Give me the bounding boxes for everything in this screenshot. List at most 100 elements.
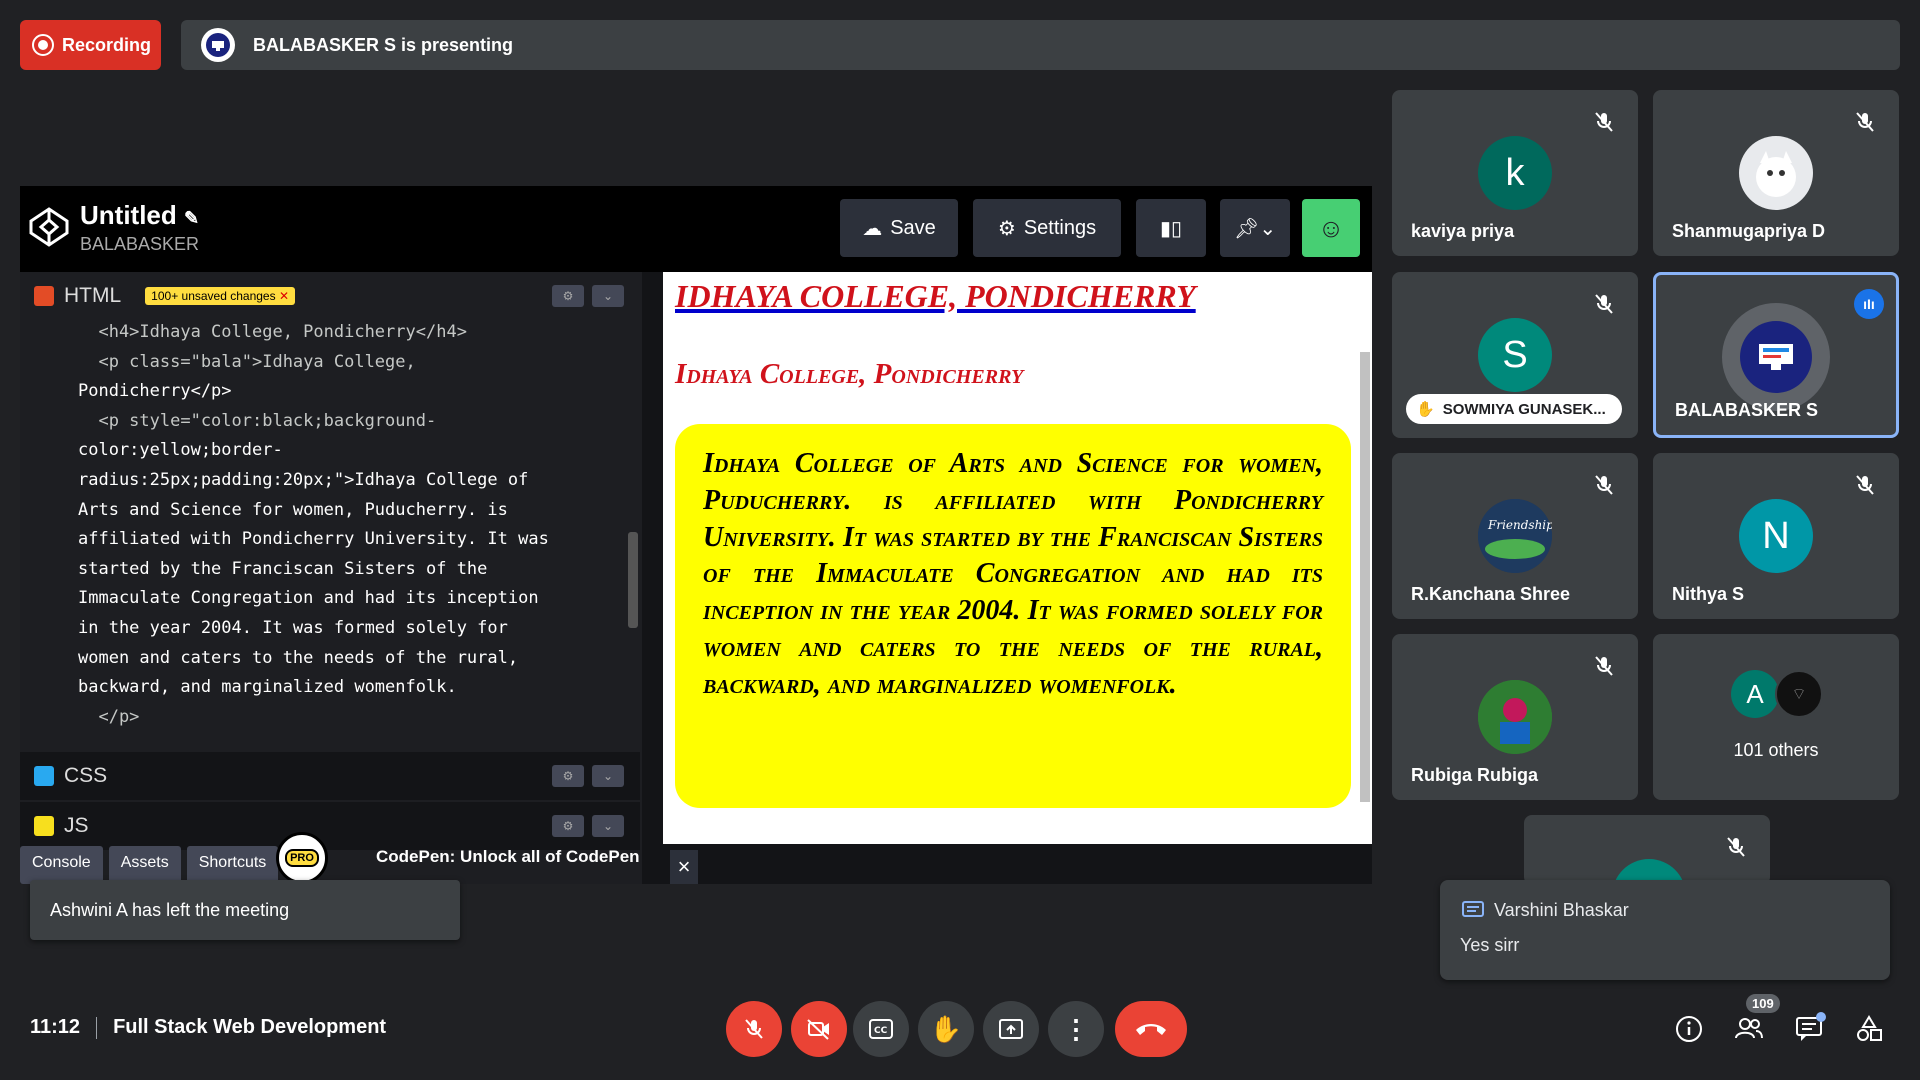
mic-toggle-button[interactable]	[726, 1001, 782, 1057]
html-tab[interactable]: HTML 100+ unsaved changes ✕ ⚙ ⌄	[20, 272, 640, 320]
participant-tile[interactable]	[1524, 815, 1770, 885]
participant-tile[interactable]: Friendship R.Kanchana Shree	[1392, 453, 1638, 619]
captions-icon: CC	[869, 1019, 893, 1039]
participant-tile[interactable]: Rubiga Rubiga	[1392, 634, 1638, 800]
hand-icon: ✋	[929, 1013, 963, 1044]
gear-icon: ⚙	[552, 815, 584, 837]
pro-badge[interactable]: PRO	[276, 832, 328, 884]
code-line[interactable]: radius:25px;padding:20px;">Idhaya Colleg…	[78, 466, 640, 496]
participant-name: kaviya priya	[1411, 221, 1515, 241]
code-line[interactable]: color:yellow;border-	[78, 436, 640, 466]
mic-off-icon	[1595, 475, 1613, 495]
participant-tile[interactable]: S ✋ SOWMIYA GUNASEK...	[1392, 272, 1638, 438]
preview-scrollbar[interactable]	[1360, 352, 1370, 802]
leave-call-button[interactable]	[1115, 1001, 1187, 1057]
participant-tile[interactable]: k kaviya priya	[1392, 90, 1638, 256]
save-button[interactable]: ☁ Save	[840, 199, 958, 257]
others-tile[interactable]: A ⌔ 101 others	[1653, 634, 1899, 800]
activities-icon	[1857, 1015, 1882, 1041]
gear-icon: ⚙	[997, 217, 1016, 240]
codepen-logo-icon	[29, 207, 69, 247]
css-tab[interactable]: CSS ⚙ ⌄	[20, 752, 640, 800]
chevron-down-icon: ⌄	[592, 815, 624, 837]
settings-button[interactable]: ⚙ Settings	[973, 199, 1121, 257]
pin-button[interactable]: 📌︎⌄	[1220, 199, 1290, 257]
promo-text[interactable]: CodePen: Unlock all of CodePen	[376, 847, 640, 867]
mic-off-icon	[1727, 837, 1745, 857]
code-line[interactable]: backward, and marginalized womenfolk.	[78, 673, 640, 703]
mic-off-icon	[1856, 475, 1874, 495]
code-line[interactable]: women and caters to the needs of the rur…	[78, 644, 640, 674]
code-line[interactable]: <h4>Idhaya College, Pondicherry</h4>	[78, 318, 640, 348]
more-options-button[interactable]: ⋮	[1048, 1001, 1104, 1057]
css-icon	[34, 766, 54, 786]
avatar	[1739, 136, 1813, 210]
participant-name: R.Kanchana Shree	[1411, 584, 1571, 604]
preview-yellow-box: Idhaya College of Arts and Science for w…	[675, 424, 1351, 808]
presenter-avatar	[201, 28, 235, 62]
code-line[interactable]: started by the Franciscan Sisters of the	[78, 555, 640, 585]
shared-screen: Untitled ✎ BALABASKER ☁ Save ⚙ Settings ▮▯…	[20, 186, 1372, 884]
end-call-icon	[1136, 1024, 1166, 1035]
assets-tab[interactable]: Assets	[108, 846, 181, 884]
layout-icon: ▮▯	[1159, 217, 1182, 240]
present-now-button[interactable]	[983, 1001, 1039, 1057]
code-line[interactable]: <p class="bala">Idhaya College,	[78, 348, 640, 378]
camera-toggle-button[interactable]	[791, 1001, 847, 1057]
people-button[interactable]	[1734, 1014, 1764, 1044]
participant-name: BALABASKER S	[1675, 400, 1819, 420]
editor-scrollbar[interactable]	[628, 532, 638, 628]
avatar: Friendship	[1478, 499, 1552, 573]
raise-hand-button[interactable]: ✋	[918, 1001, 974, 1057]
avatar	[1722, 303, 1830, 411]
code-line[interactable]: affiliated with Pondicherry University. …	[78, 525, 640, 555]
code-editor: HTML 100+ unsaved changes ✕ ⚙ ⌄ <h4>Idhay…	[20, 272, 642, 884]
chat-message: Yes sirr	[1460, 935, 1520, 955]
preview-paragraph: Idhaya College, Pondicherry	[675, 358, 1024, 390]
captions-button[interactable]: CC	[853, 1001, 909, 1057]
recording-button[interactable]: Recording	[20, 20, 161, 70]
mic-off-icon	[1856, 112, 1874, 132]
chevron-down-icon: ⌄	[592, 765, 624, 787]
participant-name: Rubiga Rubiga	[1411, 765, 1538, 785]
pen-author[interactable]: BALABASKER	[80, 234, 199, 255]
code-line[interactable]: </p>	[78, 703, 640, 733]
participant-name: Shanmugapriya D	[1672, 221, 1826, 241]
friendship-image-icon: Friendship	[1478, 499, 1552, 573]
meeting-info: 11:12 Full Stack Web Development	[30, 1016, 386, 1039]
html-code[interactable]: <h4>Idhaya College, Pondicherry</h4> <p …	[20, 318, 640, 748]
code-line[interactable]: Immaculate Congregation and had its ince…	[78, 584, 640, 614]
participant-name: Nithya S	[1672, 584, 1745, 604]
mic-off-icon	[1595, 294, 1613, 314]
mic-off-icon	[1595, 656, 1613, 676]
code-line[interactable]: in the year 2004. It was formed solely f…	[78, 614, 640, 644]
participant-tile[interactable]: Shanmugapriya D	[1653, 90, 1899, 256]
code-line[interactable]: Arts and Science for women, Puducherry. …	[78, 496, 640, 526]
js-tab[interactable]: JS ⚙ ⌄	[20, 802, 640, 850]
code-line[interactable]: Pondicherry</p>	[78, 377, 640, 407]
speaking-indicator-icon: ıIı	[1854, 289, 1884, 319]
layout-button[interactable]: ▮▯	[1136, 199, 1206, 257]
user-avatar[interactable]: ☺	[1302, 199, 1360, 257]
codepen-header: Untitled ✎ BALABASKER ☁ Save ⚙ Settings ▮▯…	[20, 186, 1372, 272]
pen-title[interactable]: Untitled ✎	[80, 200, 199, 231]
edit-pencil-icon[interactable]: ✎	[184, 208, 199, 228]
html-controls[interactable]: ⚙ ⌄	[552, 285, 624, 307]
participant-tile[interactable]: N Nithya S	[1653, 453, 1899, 619]
meeting-name[interactable]: Full Stack Web Development	[113, 1016, 386, 1039]
console-tab[interactable]: Console	[20, 846, 103, 884]
info-icon	[1676, 1016, 1702, 1042]
web-dev-logo-icon	[1740, 321, 1812, 393]
unread-dot	[1816, 1012, 1826, 1022]
camera-off-icon	[807, 1019, 829, 1040]
participant-tile-active-speaker[interactable]: ıIı BALABASKER S	[1653, 272, 1899, 438]
meeting-details-button[interactable]	[1674, 1014, 1704, 1044]
gear-icon: ⚙	[552, 765, 584, 787]
chat-notification[interactable]: Varshini Bhaskar Yes sirr	[1440, 880, 1890, 980]
shortcuts-tab[interactable]: Shortcuts	[186, 846, 279, 884]
close-icon[interactable]: ×	[670, 850, 698, 884]
js-icon	[34, 816, 54, 836]
svg-text:Friendship: Friendship	[1487, 518, 1552, 532]
activities-button[interactable]	[1854, 1014, 1884, 1044]
code-line[interactable]: <p style="color:black;background-	[78, 407, 640, 437]
